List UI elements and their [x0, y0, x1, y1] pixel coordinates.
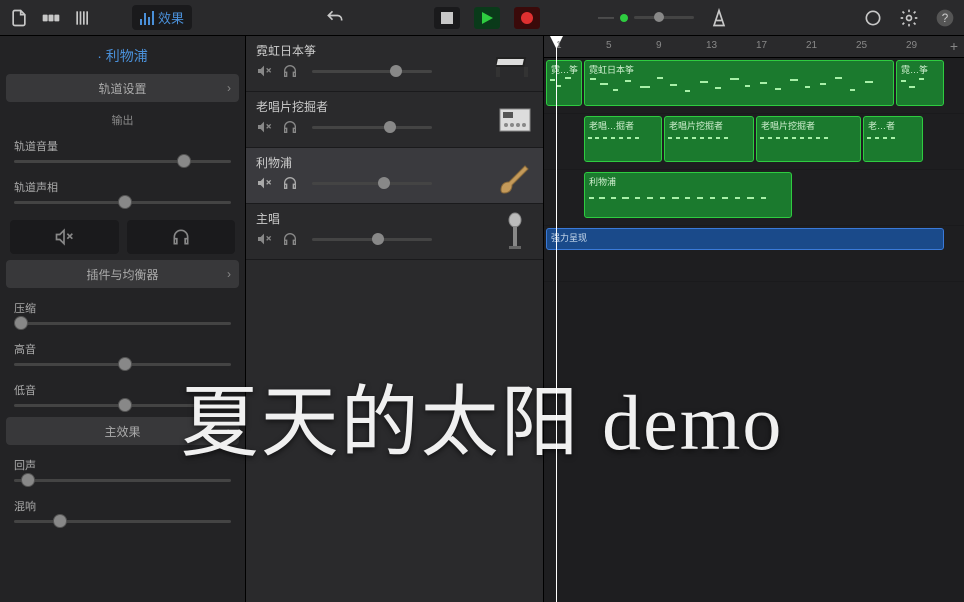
svg-text:?: ?: [942, 12, 949, 25]
compress-slider[interactable]: [14, 322, 231, 325]
browser-icon[interactable]: [40, 7, 62, 29]
track-row[interactable]: 霓虹日本筝: [246, 36, 543, 92]
chevron-right-icon: ›: [227, 267, 231, 281]
loop-icon[interactable]: [862, 7, 884, 29]
treble-slider[interactable]: [14, 363, 231, 366]
track-settings-header[interactable]: 轨道设置 ›: [6, 74, 239, 102]
reverb-slider[interactable]: [14, 520, 231, 523]
output-label: 输出: [0, 108, 245, 132]
echo-slider[interactable]: [14, 479, 231, 482]
bass-slider[interactable]: [14, 404, 231, 407]
track-list: 霓虹日本筝 老唱片挖掘者 利物浦: [246, 36, 544, 602]
play-button[interactable]: [474, 7, 500, 29]
master-fx-header[interactable]: 主效果 ›: [6, 417, 239, 445]
equalizer-icon: [140, 11, 154, 25]
timeline-lane[interactable]: 老唱…掘者 老唱片挖掘者 老唱片挖掘者 老…者: [544, 114, 964, 170]
timeline-lane[interactable]: 霓…筝 霓虹日本筝 霓…筝: [544, 58, 964, 114]
midi-region[interactable]: 老唱片挖掘者: [664, 116, 754, 162]
record-button[interactable]: [514, 7, 540, 29]
midi-region[interactable]: 霓…筝: [896, 60, 944, 106]
stop-button[interactable]: [434, 7, 460, 29]
mute-icon[interactable]: [256, 63, 272, 79]
midi-region[interactable]: 霓…筝: [546, 60, 582, 106]
track-pan-param: 轨道声相: [0, 173, 245, 214]
timeline-lane[interactable]: 利物浦: [544, 170, 964, 226]
top-toolbar: 效果 — ?: [0, 0, 964, 36]
headphones-icon[interactable]: [282, 63, 298, 79]
playhead-line[interactable]: [556, 36, 557, 602]
track-row[interactable]: 利物浦: [246, 148, 543, 204]
midi-region[interactable]: 老…者: [863, 116, 923, 162]
track-row[interactable]: 老唱片挖掘者: [246, 92, 543, 148]
add-section-icon[interactable]: +: [950, 38, 958, 54]
level-indicator-icon: [620, 14, 628, 22]
mute-icon[interactable]: [256, 175, 272, 191]
midi-region[interactable]: 老唱…掘者: [584, 116, 662, 162]
mute-icon[interactable]: [256, 119, 272, 135]
selected-track-name: · 利物浦: [0, 36, 245, 74]
my-songs-icon[interactable]: [8, 7, 30, 29]
master-volume-slider[interactable]: [634, 16, 694, 19]
undo-icon[interactable]: [324, 7, 346, 29]
compress-param: 压缩: [0, 294, 245, 335]
solo-headphones-button[interactable]: [127, 220, 236, 254]
midi-region[interactable]: 老唱片挖掘者: [756, 116, 861, 162]
midi-region[interactable]: 利物浦: [584, 172, 792, 218]
track-volume-slider[interactable]: [312, 182, 432, 185]
bass-guitar-icon: [495, 156, 535, 196]
mute-button[interactable]: [10, 220, 119, 254]
fx-label: 效果: [158, 8, 184, 27]
master-volume[interactable]: —: [598, 9, 694, 27]
plugins-eq-header[interactable]: 插件与均衡器 ›: [6, 260, 239, 288]
headphones-icon[interactable]: [282, 231, 298, 247]
bar-ruler[interactable]: 1 5 9 13 17 21 25 29 +: [544, 36, 964, 58]
microphone-icon: [495, 212, 535, 252]
track-volume-slider[interactable]: [312, 126, 432, 129]
track-row[interactable]: 主唱: [246, 204, 543, 260]
headphones-icon[interactable]: [282, 175, 298, 191]
main-area: · 利物浦 轨道设置 › 输出 轨道音量 轨道声相 插件与均衡器 › 压缩: [0, 36, 964, 602]
fx-button[interactable]: 效果: [132, 5, 192, 30]
keyboard-instrument-icon: [495, 44, 535, 84]
track-volume-param: 轨道音量: [0, 132, 245, 173]
help-icon[interactable]: ?: [934, 7, 956, 29]
track-pan-slider[interactable]: [14, 201, 231, 204]
drum-machine-icon: [495, 100, 535, 140]
chevron-right-icon: ›: [227, 424, 231, 438]
tracks-icon[interactable]: [72, 7, 94, 29]
bass-param: 低音: [0, 376, 245, 417]
timeline[interactable]: 1 5 9 13 17 21 25 29 + 霓…筝 霓虹日本筝 霓…筝 老唱……: [544, 36, 964, 602]
midi-region[interactable]: 霓虹日本筝: [584, 60, 894, 106]
treble-param: 高音: [0, 335, 245, 376]
track-volume-slider[interactable]: [312, 70, 432, 73]
timeline-lane[interactable]: 强力呈现: [544, 226, 964, 282]
track-volume-slider[interactable]: [312, 238, 432, 241]
settings-icon[interactable]: [898, 7, 920, 29]
mute-icon[interactable]: [256, 231, 272, 247]
echo-param: 回声: [0, 451, 245, 492]
track-settings-sidebar: · 利物浦 轨道设置 › 输出 轨道音量 轨道声相 插件与均衡器 › 压缩: [0, 36, 246, 602]
metronome-icon[interactable]: [708, 7, 730, 29]
headphones-icon[interactable]: [282, 119, 298, 135]
audio-region[interactable]: 强力呈现: [546, 228, 944, 250]
chevron-right-icon: ›: [227, 81, 231, 95]
reverb-param: 混响: [0, 492, 245, 533]
track-volume-slider[interactable]: [14, 160, 231, 163]
